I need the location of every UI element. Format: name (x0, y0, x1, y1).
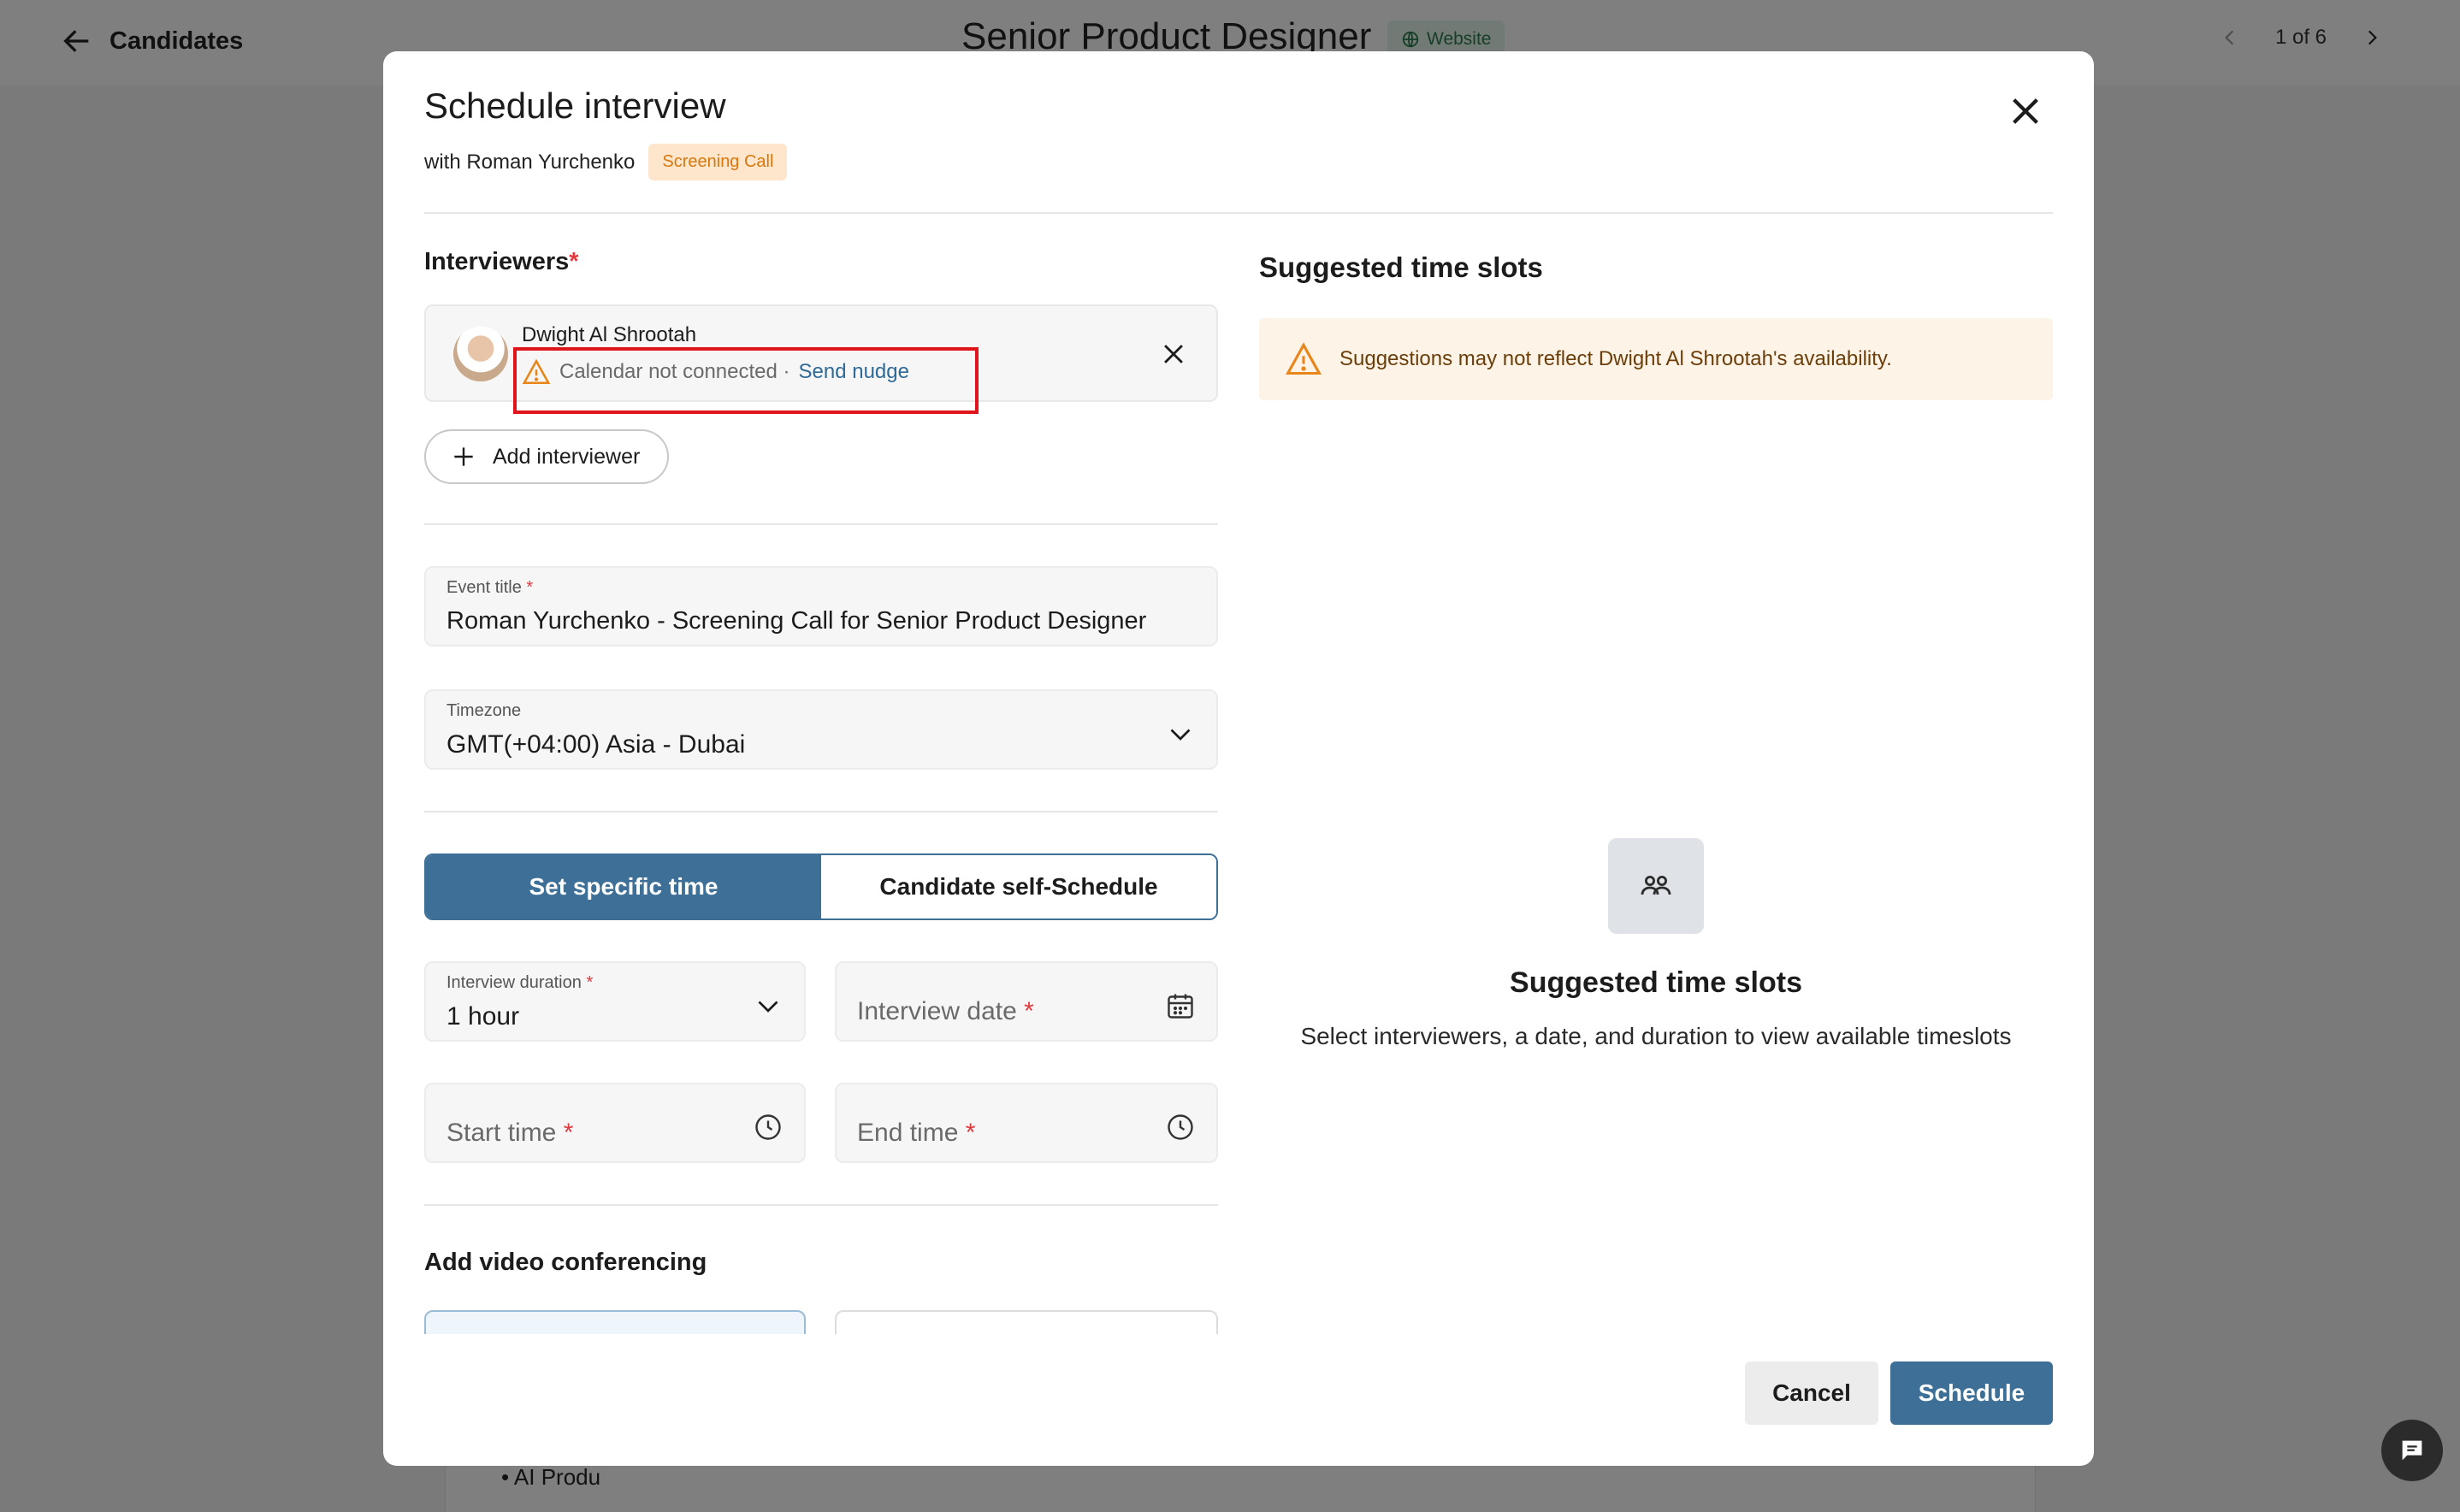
schedule-button[interactable]: Schedule (1890, 1361, 2053, 1425)
interview-date-field[interactable]: Interview date * (835, 961, 1218, 1042)
interviewer-name: Dwight Al Shrootah (522, 323, 697, 346)
warning-icon (1286, 342, 1322, 375)
close-icon (2013, 98, 2038, 124)
event-title-field[interactable]: Event title * Roman Yurchenko - Screenin… (424, 566, 1218, 647)
candidate-name: with Roman Yurchenko (424, 150, 636, 174)
event-title-value: Roman Yurchenko - Screening Call for Sen… (446, 607, 1147, 635)
end-time-placeholder: End time * (857, 1119, 976, 1147)
stage-tag: Screening Call (648, 144, 788, 180)
modal-subtitle: with Roman Yurchenko Screening Call (424, 144, 788, 180)
header-divider (424, 212, 2053, 214)
start-time-placeholder: Start time * (446, 1119, 574, 1147)
duration-label: Interview duration * (446, 973, 594, 992)
plus-icon (454, 447, 473, 466)
set-specific-time-option[interactable]: Set specific time (426, 855, 821, 918)
candidate-self-schedule-option[interactable]: Candidate self-Schedule (821, 855, 1216, 918)
timezone-value: GMT(+04:00) Asia - Dubai (446, 730, 746, 759)
section-divider (424, 1204, 1218, 1206)
avatar (453, 327, 508, 381)
timezone-select[interactable]: Timezone GMT(+04:00) Asia - Dubai (424, 689, 1218, 770)
timezone-label: Timezone (446, 701, 522, 720)
schedule-mode-toggle: Set specific time Candidate self-Schedul… (424, 853, 1218, 920)
chat-icon (2402, 1440, 2422, 1461)
remove-interviewer-button[interactable] (1156, 337, 1191, 371)
chevron-down-icon (1170, 729, 1191, 741)
event-title-label: Event title * (446, 578, 534, 597)
chat-launcher[interactable] (2381, 1420, 2443, 1481)
add-interviewer-button[interactable]: Add interviewer (424, 429, 670, 484)
interviewers-label: Interviewers* (424, 248, 579, 275)
chevron-down-icon (758, 1001, 778, 1013)
empty-state-subtitle: Select interviewers, a date, and duratio… (1300, 1023, 2012, 1049)
interview-date-placeholder: Interview date * (857, 997, 1034, 1025)
interview-duration-select[interactable]: Interview duration * 1 hour (424, 961, 806, 1042)
calendar-icon (1168, 994, 1193, 1019)
scroll-clip (383, 1334, 1239, 1368)
empty-state-title: Suggested time slots (1510, 966, 1802, 999)
end-time-field[interactable]: End time * (835, 1083, 1218, 1163)
clock-icon (1168, 1114, 1193, 1140)
video-conferencing-label: Add video conferencing (424, 1249, 707, 1276)
cancel-button[interactable]: Cancel (1745, 1361, 1878, 1425)
section-divider (424, 523, 1218, 525)
modal-title: Schedule interview (424, 86, 726, 126)
availability-warning: Suggestions may not reflect Dwight Al Sh… (1259, 318, 2053, 400)
section-divider (424, 811, 1218, 812)
close-button[interactable] (2000, 86, 2051, 137)
required-mark: * (569, 248, 579, 275)
schedule-interview-modal: Schedule interview with Roman Yurchenko … (383, 51, 2094, 1466)
suggested-slots-heading: Suggested time slots (1259, 251, 1543, 283)
start-time-field[interactable]: Start time * (424, 1083, 806, 1163)
highlight-annotation (513, 347, 979, 414)
people-icon (1608, 838, 1704, 934)
availability-warning-text: Suggestions may not reflect Dwight Al Sh… (1339, 347, 1892, 370)
close-icon (1164, 345, 1183, 363)
duration-value: 1 hour (446, 1002, 520, 1031)
add-interviewer-label: Add interviewer (493, 444, 641, 469)
clock-icon (755, 1114, 781, 1140)
